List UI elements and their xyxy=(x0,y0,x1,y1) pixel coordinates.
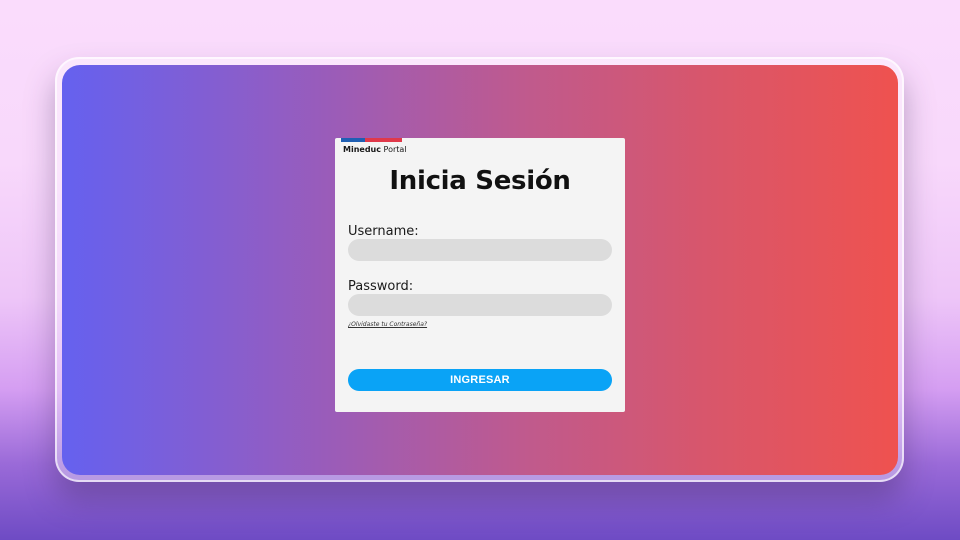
username-label: Username: xyxy=(348,224,419,239)
brand-color-bar xyxy=(341,138,402,142)
brand-bar-red xyxy=(365,138,402,142)
page-title: Inicia Sesión xyxy=(389,166,571,196)
brand-logo-text: Mineduc Portal xyxy=(343,145,407,154)
brand-name-bold: Mineduc xyxy=(343,145,381,154)
forgot-password-link[interactable]: ¿Olvidaste tu Contraseña? xyxy=(348,321,427,328)
password-label: Password: xyxy=(348,279,414,294)
login-card: Mineduc Portal Inicia Sesión Username: P… xyxy=(335,138,625,412)
password-input[interactable] xyxy=(348,294,612,316)
brand-name-rest: Portal xyxy=(381,145,407,154)
brand-bar-blue xyxy=(341,138,365,142)
username-input[interactable] xyxy=(348,239,612,261)
login-submit-button[interactable]: INGRESAR xyxy=(348,369,612,391)
